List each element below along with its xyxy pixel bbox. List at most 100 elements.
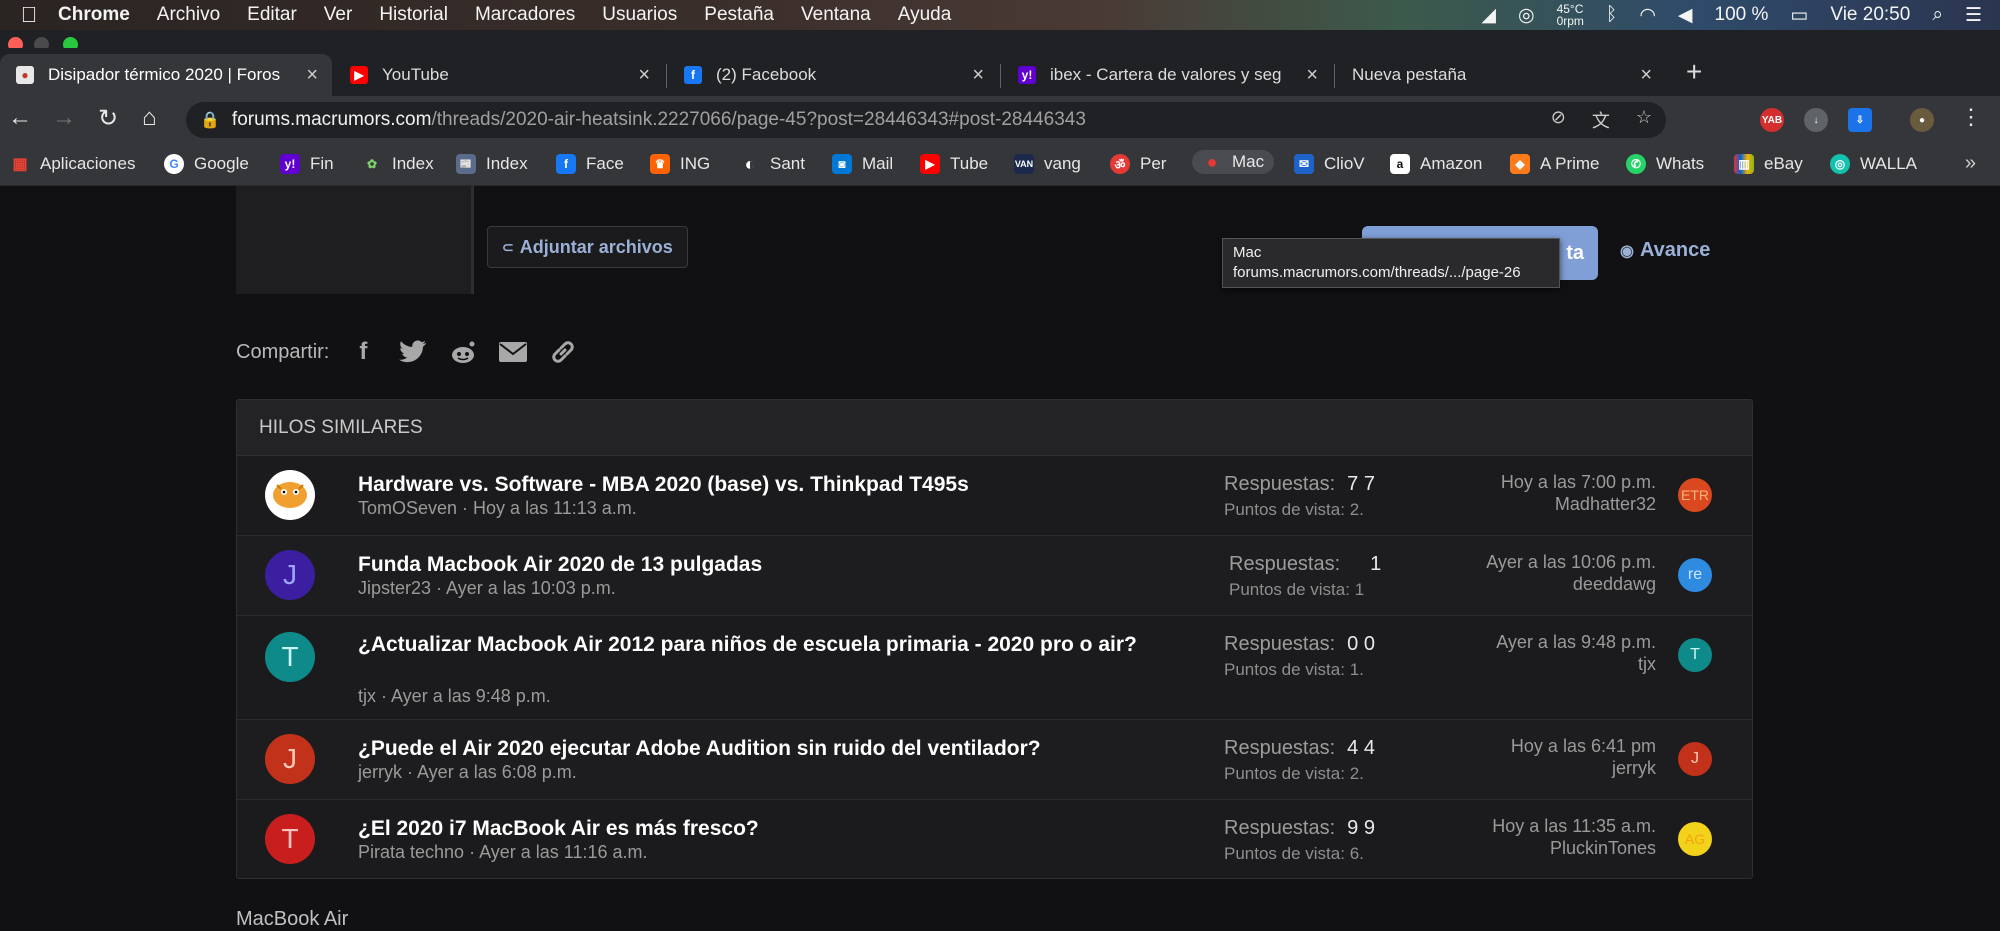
tab-yahoo-finance[interactable]: y! ibex - Cartera de valores y seg × (1002, 54, 1332, 96)
email-share-icon[interactable] (497, 336, 529, 368)
bookmark-sant[interactable]: ◐ Sant (740, 154, 805, 174)
notification-center-icon[interactable]: ☰ (1965, 4, 1982, 27)
bookmark-vang[interactable]: VAN vang (1014, 154, 1081, 174)
tab-facebook[interactable]: f (2) Facebook × (668, 54, 998, 96)
bookmark-index-1[interactable]: ✿ Index (362, 154, 434, 174)
facebook-share-icon[interactable]: f (347, 336, 379, 368)
download-extension-icon[interactable]: ↓ (1804, 108, 1828, 132)
close-tab-icon[interactable]: × (1640, 64, 1652, 87)
battery-icon[interactable]: ▭ (1790, 4, 1808, 27)
bookmark-a-prime[interactable]: ◆ A Prime (1510, 154, 1600, 174)
profile-avatar[interactable]: ● (1910, 108, 1934, 132)
bookmark-tube[interactable]: ▶ Tube (920, 154, 988, 174)
footer-breadcrumb[interactable]: MacBook Air (236, 908, 348, 931)
thread-title-link[interactable]: Funda Macbook Air 2020 de 13 pulgadas (358, 552, 1178, 578)
link-share-icon[interactable] (547, 336, 579, 368)
menu-archivo[interactable]: Archivo (157, 4, 220, 26)
thread-title-link[interactable]: ¿Actualizar Macbook Air 2012 para niños … (358, 632, 1178, 658)
close-tab-icon[interactable]: × (972, 64, 984, 87)
user-avatar[interactable]: T (265, 632, 315, 682)
translate-icon[interactable]: 文 (1592, 107, 1610, 133)
bookmark-per[interactable]: ॐ Per (1110, 154, 1166, 174)
bookmark-amazon[interactable]: a Amazon (1390, 154, 1482, 174)
menu-marcadores[interactable]: Marcadores (475, 4, 575, 26)
menu-editar[interactable]: Editar (247, 4, 297, 26)
reload-icon[interactable]: ↻ (98, 104, 118, 133)
last-poster-avatar[interactable]: J (1678, 742, 1712, 776)
apple-icon[interactable]:  (0, 2, 58, 28)
tab-macrumors[interactable]: ● Disipador térmico 2020 | Foros × (0, 54, 332, 96)
bookmark-face[interactable]: f Face (556, 154, 624, 174)
user-avatar[interactable]: J (265, 550, 315, 600)
thread-title-link[interactable]: ¿El 2020 i7 MacBook Air es más fresco? (358, 816, 1178, 842)
close-tab-icon[interactable]: × (638, 64, 650, 87)
replies-stat: Respuestas: 0 0 (1224, 633, 1375, 655)
clock[interactable]: Vie 20:50 (1830, 4, 1910, 26)
bookmark-mail[interactable]: ◙ Mail (832, 154, 893, 174)
spotlight-search-icon[interactable]: ⌕ (1932, 4, 1943, 26)
thread-meta: Pirata techno · Ayer a las 11:16 a.m. (358, 842, 648, 862)
menu-usuarios[interactable]: Usuarios (602, 4, 677, 26)
last-poster-avatar[interactable]: T (1678, 638, 1712, 672)
new-tab-plus-icon[interactable]: + (1686, 56, 1702, 88)
thread-row[interactable]: T ¿El 2020 i7 MacBook Air es más fresco?… (237, 800, 1752, 878)
bluetooth-icon[interactable]: ᛒ (1606, 4, 1617, 26)
forward-arrow-icon[interactable]: → (52, 104, 76, 132)
last-poster-avatar[interactable]: re (1678, 558, 1712, 592)
user-avatar[interactable]: T (265, 814, 315, 864)
thread-row[interactable]: J ¿Puede el Air 2020 ejecutar Adobe Audi… (237, 720, 1752, 800)
bookmark-walla[interactable]: ◎ WALLA (1830, 154, 1917, 174)
menu-ver[interactable]: Ver (324, 4, 353, 26)
menu-chrome[interactable]: Chrome (58, 4, 130, 26)
tab-youtube[interactable]: ▶ YouTube × (334, 54, 664, 96)
temperature-readout[interactable]: 45°C 0rpm (1557, 3, 1584, 27)
volume-icon[interactable]: ◀ (1678, 4, 1693, 27)
address-bar[interactable]: 🔒 forums.macrumors.com/threads/2020-air-… (186, 102, 1666, 138)
reddit-share-icon[interactable] (447, 336, 479, 368)
thread-title-link[interactable]: Hardware vs. Software - MBA 2020 (base) … (358, 472, 1178, 498)
preview-button[interactable]: ◉ Avance (1620, 239, 1710, 262)
facebook-icon: f (556, 154, 576, 174)
cookie-blocked-icon[interactable]: ⊘ (1551, 107, 1566, 133)
menu-pestana[interactable]: Pestaña (704, 4, 774, 26)
close-tab-icon[interactable]: × (1306, 64, 1318, 87)
bookmark-ing[interactable]: ♛ ING (650, 154, 710, 174)
attach-files-button[interactable]: ⊂ Adjuntar archivos (487, 226, 688, 268)
home-icon[interactable]: ⌂ (142, 104, 157, 132)
menu-ayuda[interactable]: Ayuda (898, 4, 952, 26)
thread-title-link[interactable]: ¿Puede el Air 2020 ejecutar Adobe Auditi… (358, 736, 1178, 762)
airplay-icon[interactable]: ◢ (1481, 4, 1496, 27)
bookmark-cliov[interactable]: ✉ ClioV (1294, 154, 1365, 174)
bookmark-whats[interactable]: ✆ Whats (1626, 154, 1704, 174)
thread-row[interactable]: Hardware vs. Software - MBA 2020 (base) … (237, 456, 1752, 536)
menu-ventana[interactable]: Ventana (801, 4, 871, 26)
macrumors-favicon-icon: ● (16, 66, 34, 84)
battery-percent[interactable]: 100 % (1715, 4, 1769, 26)
bookmark-index-2[interactable]: 📰 Index (456, 154, 528, 174)
thread-meta: Jipster23 · Ayer a las 10:03 p.m. (358, 578, 616, 598)
downloads-icon[interactable]: ⇩ (1848, 108, 1872, 132)
bookmark-google[interactable]: G Google (164, 154, 249, 174)
bookmarks-overflow-icon[interactable]: » (1965, 152, 1976, 175)
last-poster-avatar[interactable]: AG (1678, 822, 1712, 856)
thread-row[interactable]: J Funda Macbook Air 2020 de 13 pulgadas … (237, 536, 1752, 616)
tab-new-tab[interactable]: Nueva pestaña × (1336, 54, 1666, 96)
yab-extension-icon[interactable]: YAB (1760, 108, 1784, 132)
user-avatar[interactable] (265, 470, 315, 520)
yahoo-favicon-icon: y! (1018, 66, 1036, 84)
bookmark-mac[interactable]: ● Mac (1192, 150, 1275, 174)
bookmark-star-icon[interactable]: ☆ (1636, 107, 1652, 133)
radar-icon[interactable]: ◎ (1518, 4, 1535, 27)
bookmark-ebay[interactable]: ▥ eBay (1734, 154, 1803, 174)
bookmark-aplicaciones[interactable]: ▦ Aplicaciones (10, 154, 135, 174)
user-avatar[interactable]: J (265, 734, 315, 784)
wifi-icon[interactable]: ◠ (1639, 4, 1656, 27)
menu-historial[interactable]: Historial (379, 4, 448, 26)
twitter-share-icon[interactable] (397, 336, 429, 368)
last-poster-avatar[interactable]: ETR (1678, 478, 1712, 512)
thread-row[interactable]: T ¿Actualizar Macbook Air 2012 para niño… (237, 616, 1752, 720)
close-tab-icon[interactable]: × (306, 64, 318, 87)
back-arrow-icon[interactable]: ← (8, 104, 32, 132)
bookmark-fin[interactable]: y! Fin (280, 154, 334, 174)
more-menu-icon[interactable]: ⋮ (1960, 104, 1982, 130)
